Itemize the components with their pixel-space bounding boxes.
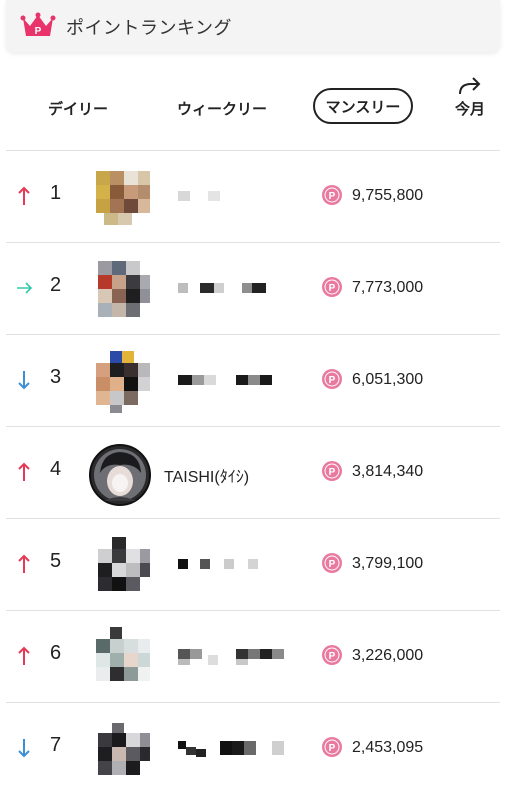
avatar[interactable] <box>88 627 152 691</box>
ranking-row[interactable]: 2 P 7,773,000 <box>6 242 500 334</box>
svg-text:P: P <box>35 26 42 37</box>
ranking-row[interactable]: 6 P 3,226,000 <box>6 610 500 702</box>
point-total: 2,453,095 <box>352 739 424 756</box>
name-mosaic <box>178 559 258 569</box>
point-coin-icon: P <box>322 185 342 205</box>
rank-number: 7 <box>50 734 62 756</box>
page-header: P ポイントランキング <box>6 0 500 52</box>
point-coin-icon: P <box>322 277 342 297</box>
tab-monthly[interactable]: マンスリー <box>313 88 413 124</box>
name-mosaic <box>178 741 284 757</box>
trend-down-icon <box>18 371 30 390</box>
user-name: TAISHI(ﾀｲｼ) <box>164 469 250 486</box>
point-total: 3,226,000 <box>352 647 424 664</box>
rank-number: 1 <box>50 182 62 204</box>
tab-daily[interactable]: デイリー <box>48 98 108 119</box>
trend-down-icon <box>18 739 30 758</box>
point-total: 6,051,300 <box>352 371 424 388</box>
point-total: 9,755,800 <box>352 187 424 204</box>
rank-number: 2 <box>50 274 62 296</box>
svg-text:P: P <box>329 283 336 294</box>
svg-text:P: P <box>329 467 336 478</box>
point-coin-icon: P <box>322 461 342 481</box>
point-total: 7,773,000 <box>352 279 424 296</box>
ranking-row[interactable]: 3 P 6,051,300 <box>6 334 500 426</box>
avatar[interactable] <box>88 443 152 507</box>
ranking-row[interactable]: 1 P 9,755,800 <box>6 150 500 242</box>
svg-text:P: P <box>329 191 336 202</box>
name-mosaic <box>178 283 266 293</box>
point-total: 3,799,100 <box>352 555 424 572</box>
ranking-list: 1 P 9,755,800 2 P 7,773,000 3 P 6,051,30… <box>6 150 500 792</box>
point-coin-icon: P <box>322 737 342 757</box>
point-total: 3,814,340 <box>352 463 424 480</box>
trend-up-icon <box>18 186 30 205</box>
point-coin-icon: P <box>322 645 342 665</box>
trend-same-icon <box>17 282 32 294</box>
rank-number: 6 <box>50 642 62 664</box>
current-month-label: 今月 <box>454 101 485 118</box>
avatar[interactable] <box>88 167 152 231</box>
redo-arrow-icon <box>459 77 481 95</box>
ranking-row[interactable]: 4 TAISHI(ﾀｲｼ) P 3,814,340 <box>6 426 500 518</box>
ranking-row[interactable]: 7 P 2,453,095 <box>6 702 500 792</box>
rank-number: 3 <box>50 366 62 388</box>
trend-up-icon <box>18 646 30 665</box>
avatar[interactable] <box>88 719 152 783</box>
trend-up-icon <box>18 554 30 573</box>
svg-text:P: P <box>329 375 336 386</box>
avatar[interactable] <box>88 351 152 415</box>
avatar[interactable] <box>88 259 152 323</box>
avatar[interactable] <box>88 535 152 599</box>
point-coin-icon: P <box>322 553 342 573</box>
page-title: ポイントランキング <box>66 18 232 38</box>
period-tabs: デイリー ウィークリー マンスリー 今月 <box>0 72 506 144</box>
tab-weekly[interactable]: ウィークリー <box>177 98 267 119</box>
name-mosaic <box>178 375 272 385</box>
svg-text:P: P <box>329 743 336 754</box>
svg-text:P: P <box>329 559 336 570</box>
ranking-row[interactable]: 5 P 3,799,100 <box>6 518 500 610</box>
name-mosaic <box>178 191 220 201</box>
name-mosaic <box>178 649 284 665</box>
current-month-button[interactable]: 今月 <box>450 76 490 126</box>
rank-number: 4 <box>50 458 62 480</box>
rank-number: 5 <box>50 550 62 572</box>
trend-up-icon <box>18 462 30 481</box>
crown-icon: P <box>20 12 56 37</box>
point-coin-icon: P <box>322 369 342 389</box>
svg-text:P: P <box>329 651 336 662</box>
